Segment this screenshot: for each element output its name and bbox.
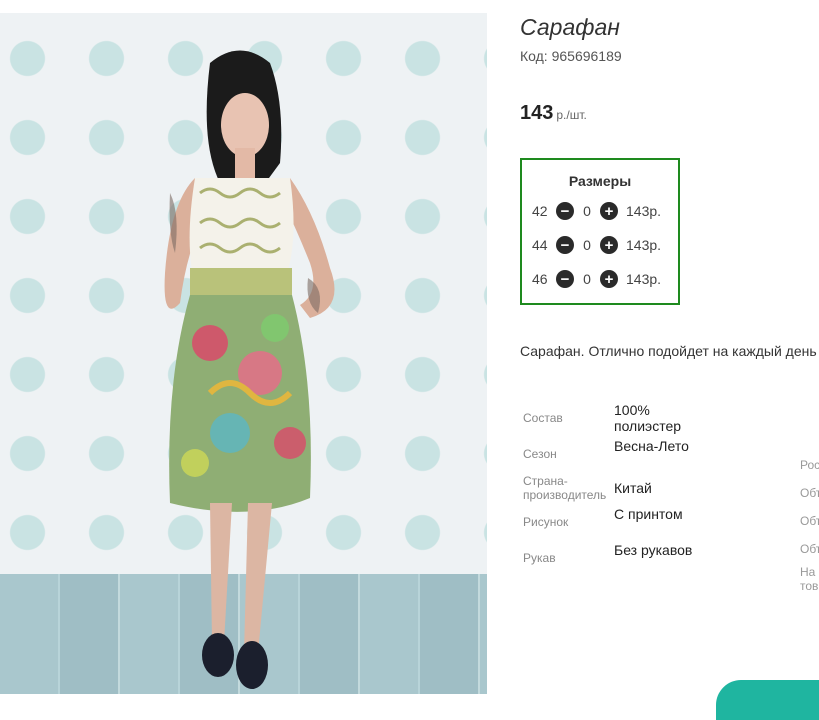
- size-label: 44: [532, 237, 548, 253]
- product-code: Код: 965696189: [520, 48, 622, 64]
- property-value: 100% полиэстер: [614, 402, 682, 434]
- product-price: 143 р./шт.: [520, 102, 587, 125]
- price-unit: р./шт.: [556, 108, 587, 122]
- property-key: Страна-производитель: [523, 474, 607, 502]
- sizes-title: Размеры: [568, 173, 632, 189]
- size-quantity[interactable]: 0: [574, 203, 600, 219]
- minus-circle-icon[interactable]: −: [556, 236, 574, 254]
- product-code-value: 965696189: [551, 48, 622, 64]
- size-label: 46: [532, 271, 548, 287]
- product-code-label: Код:: [520, 48, 548, 64]
- property-value: Весна-Лето: [614, 438, 689, 454]
- size-label: 42: [532, 203, 548, 219]
- property-key: Рукав: [523, 551, 556, 565]
- product-description: Сарафан. Отлично подойдет на каждый день: [520, 343, 817, 359]
- right-column-item: тов: [800, 579, 819, 593]
- model-figure: [164, 50, 335, 689]
- size-price: 143р.: [626, 271, 662, 287]
- property-value: С принтом: [614, 506, 683, 522]
- property-value: Китай: [614, 480, 652, 496]
- size-row: 46 − 0 + 143р.: [532, 269, 661, 289]
- right-column-item: Рос: [800, 458, 819, 472]
- property-key: Состав: [523, 411, 563, 425]
- size-price: 143р.: [626, 203, 662, 219]
- property-key: Сезон: [523, 447, 557, 461]
- plus-circle-icon[interactable]: +: [600, 270, 618, 288]
- minus-circle-icon[interactable]: −: [556, 202, 574, 220]
- product-photo[interactable]: [0, 13, 487, 694]
- right-column-item: На: [800, 565, 816, 579]
- right-column-item: Объ: [800, 486, 819, 500]
- right-column-item: Объ: [800, 514, 819, 528]
- size-row: 42 − 0 + 143р.: [532, 201, 661, 221]
- size-quantity[interactable]: 0: [574, 271, 600, 287]
- plus-circle-icon[interactable]: +: [600, 202, 618, 220]
- size-row: 44 − 0 + 143р.: [532, 235, 661, 255]
- property-key: Рисунок: [523, 515, 569, 529]
- price-value: 143: [520, 102, 554, 124]
- minus-circle-icon[interactable]: −: [556, 270, 574, 288]
- product-title: Сарафан: [520, 14, 620, 40]
- right-column-item: Объ: [800, 542, 819, 556]
- property-value: Без рукавов: [614, 542, 693, 558]
- size-quantity[interactable]: 0: [574, 237, 600, 253]
- chat-widget-button[interactable]: [716, 680, 819, 720]
- sizes-panel: Размеры 42 − 0 + 143р. 44 − 0 + 143р. 46…: [520, 158, 680, 305]
- plus-circle-icon[interactable]: +: [600, 236, 618, 254]
- size-price: 143р.: [626, 237, 662, 253]
